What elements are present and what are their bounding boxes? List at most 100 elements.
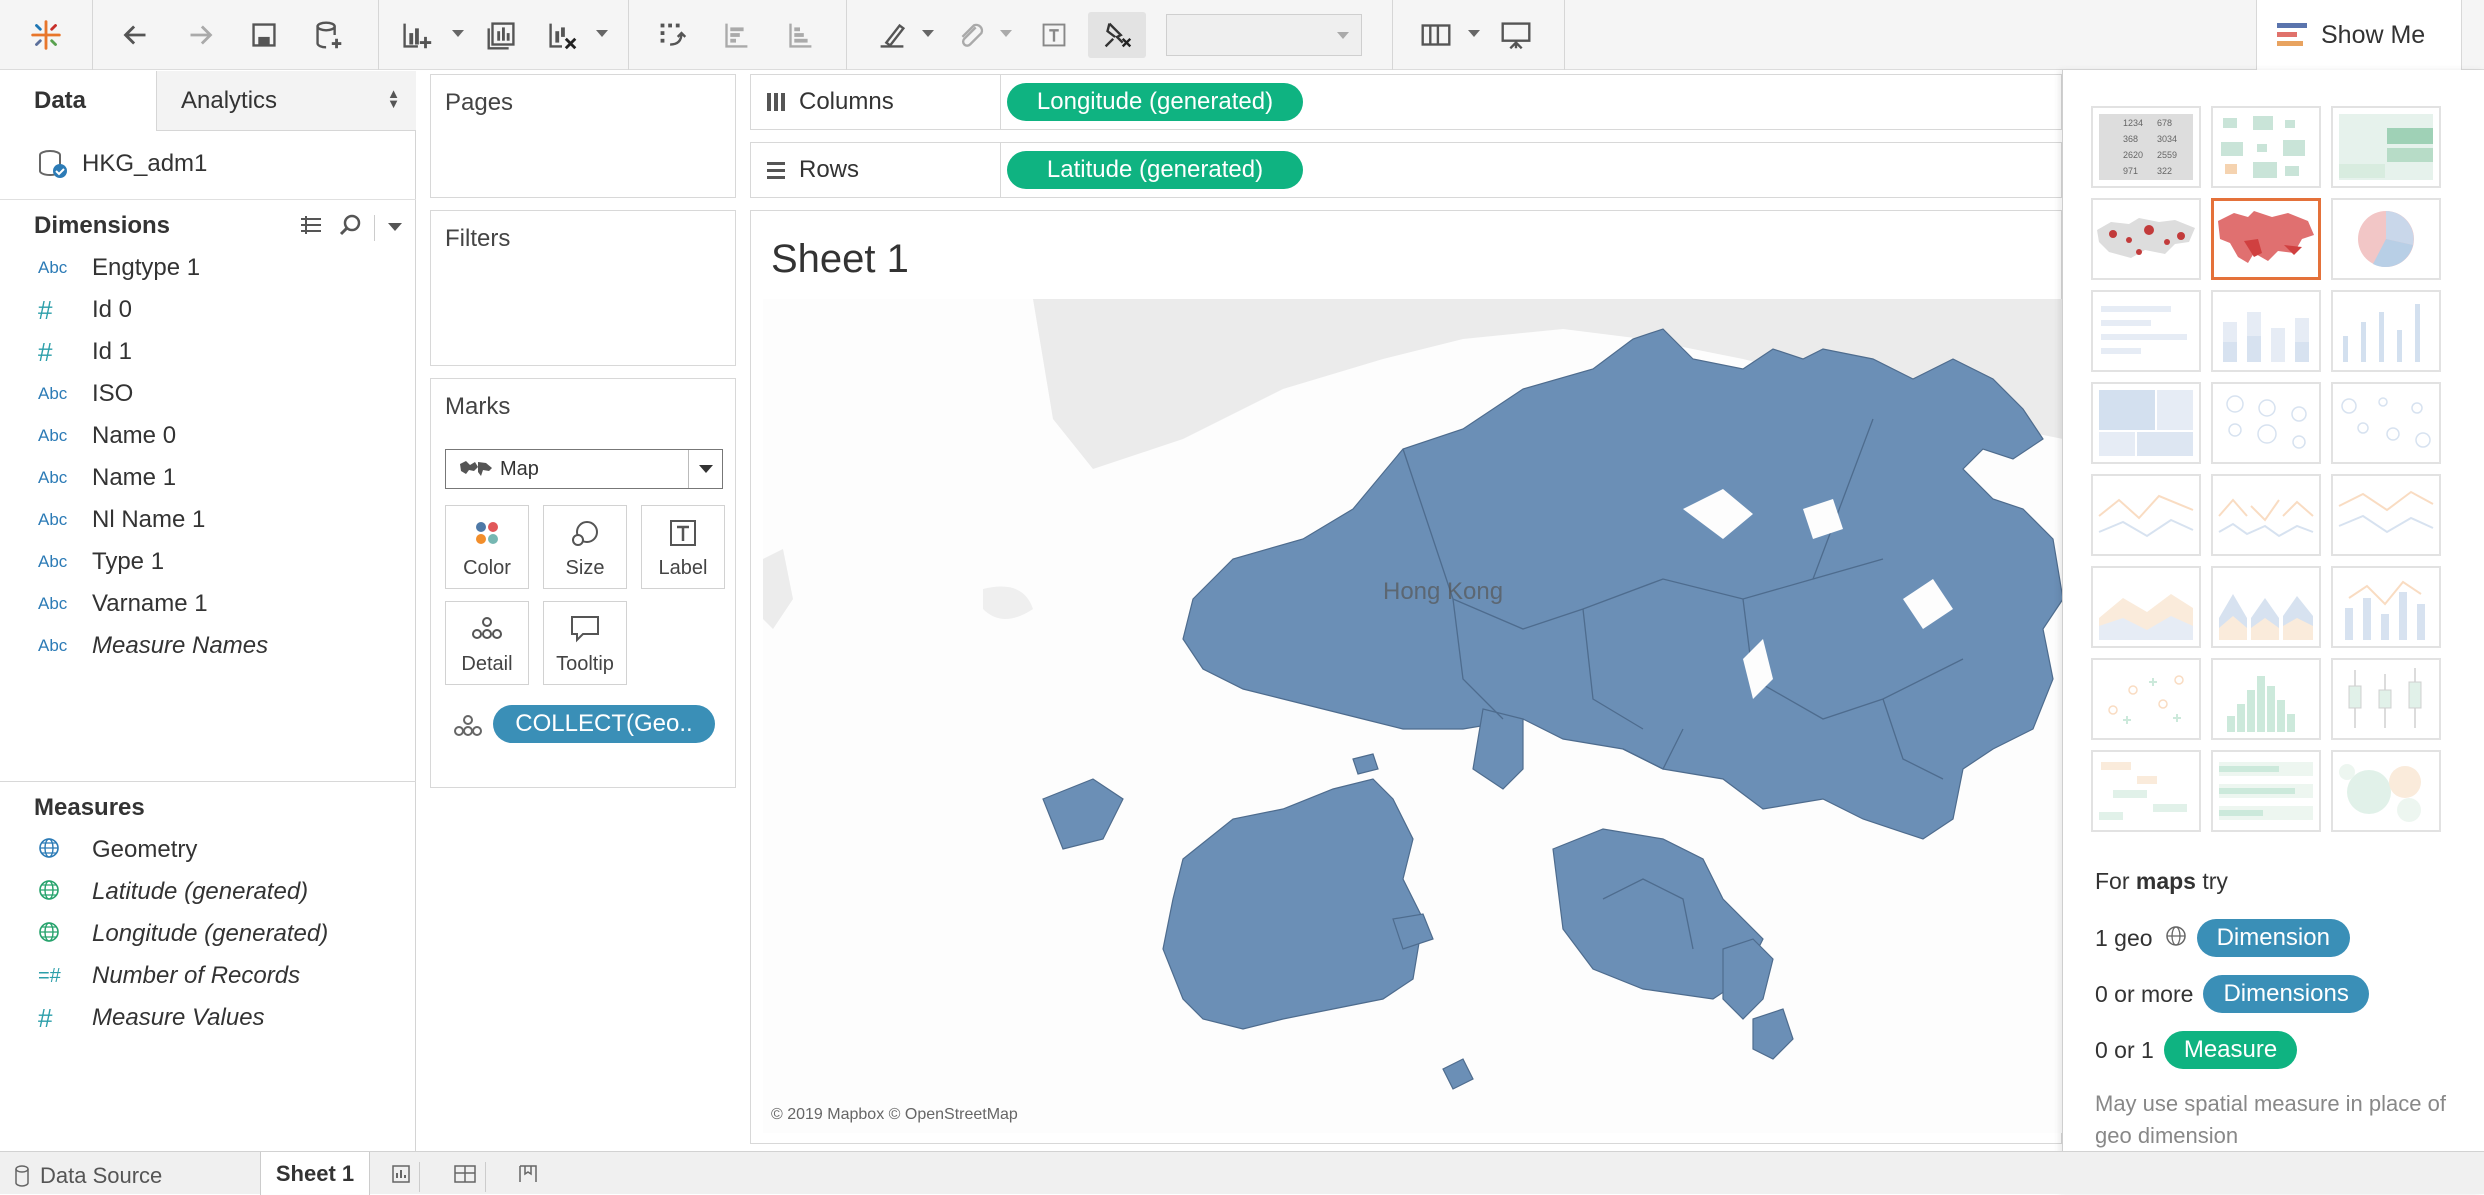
show-cards-dropdown[interactable] [1468, 30, 1480, 37]
columns-shelf[interactable]: Columns Longitude (generated) [750, 74, 2062, 130]
chart-type-histogram[interactable] [2211, 658, 2321, 740]
sheet-1-tab[interactable]: Sheet 1 [260, 1152, 370, 1195]
pages-card[interactable]: Pages [430, 74, 736, 198]
chart-type-stacked-bars[interactable] [2211, 290, 2321, 372]
sort-ascending-icon[interactable] [712, 12, 760, 58]
chart-type-filled-map[interactable] [2211, 198, 2321, 280]
new-worksheet-tab-icon[interactable] [390, 1162, 420, 1192]
chart-type-side-by-side-circles[interactable] [2331, 382, 2441, 464]
chart-type-packed-bubbles[interactable] [2331, 750, 2441, 832]
requirement-text: 0 or 1 [2095, 1036, 2154, 1063]
new-worksheet-icon[interactable] [392, 12, 440, 58]
hong-kong-map[interactable]: Hong Kong © 2019 Mapbox © OpenStreetMap [763, 299, 2063, 1133]
latitude-pill[interactable]: Latitude (generated) [1007, 151, 1303, 189]
undo-icon[interactable] [112, 12, 160, 58]
chart-type-scatter-plot[interactable] [2091, 658, 2201, 740]
duplicate-sheet-icon[interactable] [478, 12, 526, 58]
sort-descending-icon[interactable] [776, 12, 824, 58]
label-button[interactable]: Label [641, 505, 725, 589]
filters-card[interactable]: Filters [430, 210, 736, 366]
map-canvas[interactable]: Hong Kong © 2019 Mapbox © OpenStreetMap [763, 299, 2063, 1133]
field-latitude-generated[interactable]: Latitude (generated) [0, 871, 416, 913]
chart-type-area-discrete[interactable] [2211, 566, 2321, 648]
tab-analytics[interactable]: Analytics ▲ ▼ [156, 71, 416, 131]
datasource-row[interactable]: HKG_adm1 [36, 147, 207, 181]
swap-rows-columns-icon[interactable] [648, 12, 696, 58]
chart-type-treemap[interactable] [2091, 382, 2201, 464]
field-longitude-generated[interactable]: Longitude (generated) [0, 913, 416, 955]
group-members-icon[interactable] [946, 12, 994, 58]
field-measure-values[interactable]: # Measure Values [0, 997, 416, 1039]
field-id-0[interactable]: # Id 0 [0, 289, 416, 331]
highlight-icon[interactable] [868, 12, 916, 58]
tableau-logo-icon[interactable] [22, 12, 70, 58]
view-list-icon[interactable] [298, 213, 324, 239]
search-icon[interactable] [338, 213, 364, 239]
data-source-tab[interactable]: Data Source [14, 1158, 162, 1194]
chart-type-bullet-graph[interactable] [2211, 750, 2321, 832]
tooltip-button[interactable]: Tooltip [543, 601, 627, 685]
chart-type-dual-lines[interactable] [2331, 474, 2441, 556]
color-button[interactable]: Color [445, 505, 529, 589]
marks-card: Marks Map Color Size Label Detail Toolti… [430, 378, 736, 788]
chart-type-box-and-whisker[interactable] [2331, 658, 2441, 740]
redo-icon[interactable] [176, 12, 224, 58]
collect-geometry-pill[interactable]: COLLECT(Geo.. [493, 705, 715, 743]
field-name: Measure Names [92, 632, 269, 659]
field-name-1[interactable]: Abc Name 1 [0, 457, 416, 499]
clear-sheet-dropdown[interactable] [596, 30, 608, 37]
chart-type-dual-combination[interactable] [2331, 566, 2441, 648]
fit-dropdown[interactable] [1166, 14, 1362, 56]
chart-type-area-continuous[interactable] [2091, 566, 2201, 648]
field-engtype-1[interactable]: Abc Engtype 1 [0, 247, 416, 289]
new-worksheet-dropdown[interactable] [452, 30, 464, 37]
field-id-1[interactable]: # Id 1 [0, 331, 416, 373]
field-geometry[interactable]: Geometry [0, 829, 416, 871]
requirement-pill: Measure [2163, 1031, 2298, 1069]
new-story-tab-icon[interactable] [516, 1162, 550, 1192]
clear-sheet-icon[interactable] [538, 12, 586, 58]
highlight-dropdown[interactable] [922, 30, 934, 37]
chevron-down-icon [688, 450, 722, 488]
dimensions-menu-icon[interactable] [388, 223, 402, 231]
chart-type-pie-chart[interactable] [2331, 198, 2441, 280]
field-number-of-records[interactable]: =# Number of Records [0, 955, 416, 997]
detail-button[interactable]: Detail [445, 601, 529, 685]
field-nl-name-1[interactable]: Abc Nl Name 1 [0, 499, 416, 541]
show-me-button[interactable]: Show Me [2256, 0, 2462, 70]
field-name-0[interactable]: Abc Name 0 [0, 415, 416, 457]
chart-type-symbol-map[interactable] [2091, 198, 2201, 280]
field-iso[interactable]: Abc ISO [0, 373, 416, 415]
mark-type-dropdown[interactable]: Map [445, 449, 723, 489]
longitude-pill[interactable]: Longitude (generated) [1007, 83, 1303, 121]
chart-type-side-by-side-bars[interactable] [2331, 290, 2441, 372]
showme-requirement-row: 0 or more Dimensions [2095, 974, 2369, 1014]
chart-type-continuous-lines[interactable] [2091, 474, 2201, 556]
dimensions-title: Dimensions [34, 212, 171, 239]
chart-type-gantt-chart[interactable] [2091, 750, 2201, 832]
chart-type-discrete-lines[interactable] [2211, 474, 2321, 556]
rows-shelf[interactable]: Rows Latitude (generated) [750, 142, 2062, 198]
show-cards-icon[interactable] [1412, 12, 1460, 58]
chart-type-heat-map[interactable] [2211, 106, 2321, 188]
tab-data[interactable]: Data [0, 71, 156, 131]
size-button[interactable]: Size [543, 505, 627, 589]
presentation-mode-icon[interactable] [1492, 12, 1540, 58]
globe-icon [0, 879, 59, 906]
pin-axes-icon[interactable] [1088, 12, 1146, 58]
detail-icon [446, 614, 528, 642]
chart-type-text-table[interactable]: 1234 678 368 3034 2620 2559 971 322 [2091, 106, 2201, 188]
chart-type-horizontal-bars[interactable] [2091, 290, 2201, 372]
group-members-dropdown[interactable] [1000, 30, 1012, 37]
number-type-icon: # [38, 336, 53, 367]
field-measure-names[interactable]: Abc Measure Names [0, 625, 416, 667]
field-type-1[interactable]: Abc Type 1 [0, 541, 416, 583]
sheet-title[interactable]: Sheet 1 [771, 237, 909, 282]
new-data-source-icon[interactable] [304, 12, 352, 58]
new-dashboard-tab-icon[interactable] [452, 1162, 486, 1192]
chart-type-circle-views[interactable] [2211, 382, 2321, 464]
chart-type-highlight-table[interactable] [2331, 106, 2441, 188]
show-mark-labels-icon[interactable] [1030, 12, 1078, 58]
field-varname-1[interactable]: Abc Varname 1 [0, 583, 416, 625]
save-icon[interactable] [240, 12, 288, 58]
